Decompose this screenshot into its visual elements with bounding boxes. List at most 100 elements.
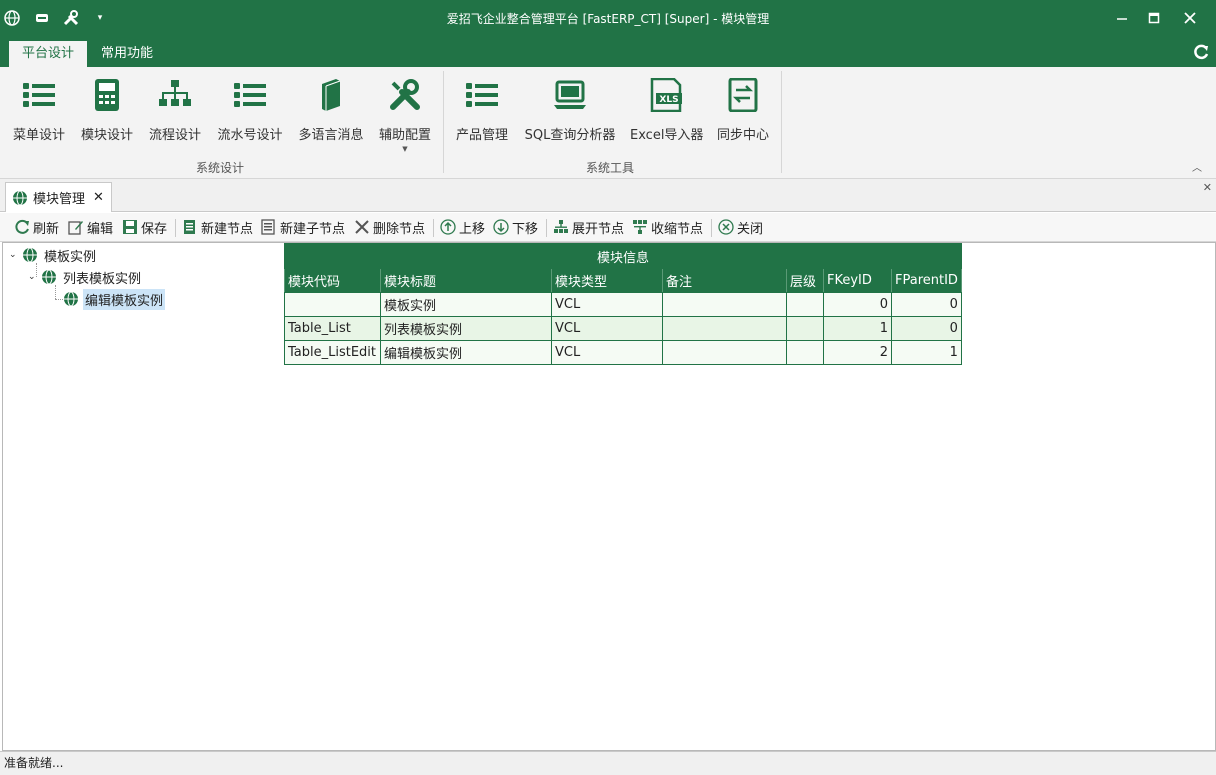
delete-node-button[interactable]: 删除节点 <box>354 217 425 237</box>
status-text: 准备就绪... <box>4 756 64 770</box>
edit-button[interactable]: 编辑 <box>68 217 113 237</box>
table-cell[interactable] <box>662 292 787 317</box>
flow-design-button[interactable]: 流程设计 <box>148 75 202 143</box>
toolbar-divider <box>433 219 434 237</box>
module-info-table[interactable]: 模块信息 模块代码 模块标题 模块类型 备注 层级 FKeyID FParent… <box>284 243 962 365</box>
column-header[interactable]: 模块标题 <box>380 268 552 293</box>
list-icon <box>12 75 66 115</box>
table-cell[interactable] <box>786 340 824 365</box>
table-cell[interactable]: 0 <box>891 316 962 341</box>
collapse-nodes-button[interactable]: 收缩节点 <box>632 217 703 237</box>
column-header[interactable]: FParentID <box>891 268 962 293</box>
tree-node-edit-template-instance[interactable]: 编辑模板实例 <box>63 288 166 310</box>
menu-design-button[interactable]: 菜单设计 <box>12 75 66 143</box>
chevron-down-icon[interactable]: ⌄ <box>28 272 38 282</box>
module-tree[interactable]: ⌄ 模板实例 ⌄ 列表模板实例 编辑模板实例 <box>2 242 285 751</box>
toolbar-divider <box>175 219 176 237</box>
tree-node-list-template-instance[interactable]: ⌄ 列表模板实例 <box>28 267 143 287</box>
collapse-tree-icon <box>632 219 648 235</box>
xls-file-icon: XLS <box>630 75 702 115</box>
table-row[interactable]: Table_ListEdit 编辑模板实例 VCL 2 1 <box>284 340 962 365</box>
tab-module-management[interactable]: 模块管理 ✕ <box>5 182 112 212</box>
globe-icon <box>12 190 28 206</box>
org-chart-icon <box>148 75 202 115</box>
toolbar: 刷新 编辑 保存 新建节点 新建子节点 删除节点 上移 下移 展开节点 收缩节点 <box>0 213 1216 242</box>
edit-icon <box>68 219 84 235</box>
table-cell[interactable]: 模板实例 <box>380 292 552 317</box>
auxiliary-config-button[interactable]: 辅助配置 ▼ <box>377 75 433 153</box>
sync-document-icon <box>716 75 770 115</box>
multilanguage-message-button[interactable]: 多语言消息 <box>297 75 365 143</box>
table-cell[interactable]: Table_List <box>284 316 381 341</box>
table-cell[interactable]: 1 <box>823 316 892 341</box>
sql-query-analyzer-button[interactable]: SQL查询分析器 <box>524 75 616 143</box>
collapse-ribbon-icon[interactable]: ︿ <box>1192 159 1202 174</box>
table-row[interactable]: Table_List 列表模板实例 VCL 1 0 <box>284 316 962 341</box>
refresh-button[interactable]: 刷新 <box>14 217 59 237</box>
serial-number-design-button[interactable]: 流水号设计 <box>216 75 284 143</box>
status-bar: 准备就绪... <box>0 751 1216 775</box>
toolbar-divider <box>711 219 712 237</box>
arrow-down-icon <box>493 219 509 235</box>
svg-text:XLS: XLS <box>659 95 678 105</box>
table-cell[interactable] <box>662 340 787 365</box>
new-child-node-button[interactable]: 新建子节点 <box>261 217 345 237</box>
table-cell[interactable] <box>662 316 787 341</box>
delete-x-icon <box>354 219 370 235</box>
column-header[interactable]: FKeyID <box>823 268 892 293</box>
table-cell[interactable]: 2 <box>823 340 892 365</box>
column-header[interactable]: 模块代码 <box>284 268 381 293</box>
table-cell[interactable]: VCL <box>551 316 663 341</box>
excel-importer-button[interactable]: XLS Excel导入器 <box>630 75 703 143</box>
product-management-button[interactable]: 产品管理 <box>455 75 509 143</box>
table-cell[interactable]: VCL <box>551 292 663 317</box>
table-cell[interactable] <box>284 292 381 317</box>
minimize-button[interactable] <box>1107 6 1137 30</box>
table-row[interactable]: 模板实例 VCL 0 0 <box>284 292 962 317</box>
band-header: 模块信息 <box>284 243 962 269</box>
table-cell[interactable]: 0 <box>823 292 892 317</box>
sync-center-button[interactable]: 同步中心 <box>716 75 770 143</box>
list-icon <box>455 75 509 115</box>
table-cell[interactable]: Table_ListEdit <box>284 340 381 365</box>
expand-nodes-button[interactable]: 展开节点 <box>553 217 624 237</box>
tab-common-functions[interactable]: 常用功能 <box>88 41 166 67</box>
refresh-icon <box>14 219 30 235</box>
close-window-button[interactable] <box>1175 6 1205 30</box>
close-tab-icon[interactable]: ✕ <box>93 190 104 205</box>
maximize-button[interactable] <box>1139 6 1169 30</box>
column-header[interactable]: 层级 <box>786 268 824 293</box>
save-button[interactable]: 保存 <box>122 217 167 237</box>
ribbon-tab-bar: 平台设计 常用功能 <box>0 37 1216 67</box>
module-design-button[interactable]: 模块设计 <box>80 75 134 143</box>
tab-platform-design[interactable]: 平台设计 <box>9 41 88 67</box>
table-cell[interactable]: VCL <box>551 340 663 365</box>
globe-icon <box>41 269 57 285</box>
close-document-icon[interactable]: ✕ <box>1203 181 1212 194</box>
column-header[interactable]: 模块类型 <box>551 268 663 293</box>
new-node-button[interactable]: 新建节点 <box>182 217 253 237</box>
tree-node-template-instance[interactable]: ⌄ 模板实例 <box>9 245 98 265</box>
column-header[interactable]: 备注 <box>662 268 787 293</box>
table-cell[interactable]: 0 <box>891 292 962 317</box>
save-icon <box>122 219 138 235</box>
table-cell[interactable] <box>786 292 824 317</box>
tools-icon <box>377 75 433 115</box>
move-up-button[interactable]: 上移 <box>440 217 485 237</box>
table-cell[interactable]: 1 <box>891 340 962 365</box>
table-cell[interactable]: 列表模板实例 <box>380 316 552 341</box>
arrow-up-icon <box>440 219 456 235</box>
laptop-icon <box>524 75 616 115</box>
ribbon-panel: 菜单设计 模块设计 流程设计 流水号设计 多语言消息 辅助配置 ▼ 系统设计 产… <box>0 67 1216 179</box>
close-button[interactable]: 关闭 <box>718 217 763 237</box>
ribbon-divider <box>781 71 782 173</box>
toolbar-divider <box>546 219 547 237</box>
app-refresh-icon[interactable] <box>1192 43 1210 61</box>
close-circle-icon <box>718 219 734 235</box>
list-icon <box>216 75 284 115</box>
table-cell[interactable]: 编辑模板实例 <box>380 340 552 365</box>
chevron-down-icon[interactable]: ⌄ <box>9 250 19 260</box>
table-cell[interactable] <box>786 316 824 341</box>
ribbon-divider <box>443 71 444 173</box>
move-down-button[interactable]: 下移 <box>493 217 538 237</box>
